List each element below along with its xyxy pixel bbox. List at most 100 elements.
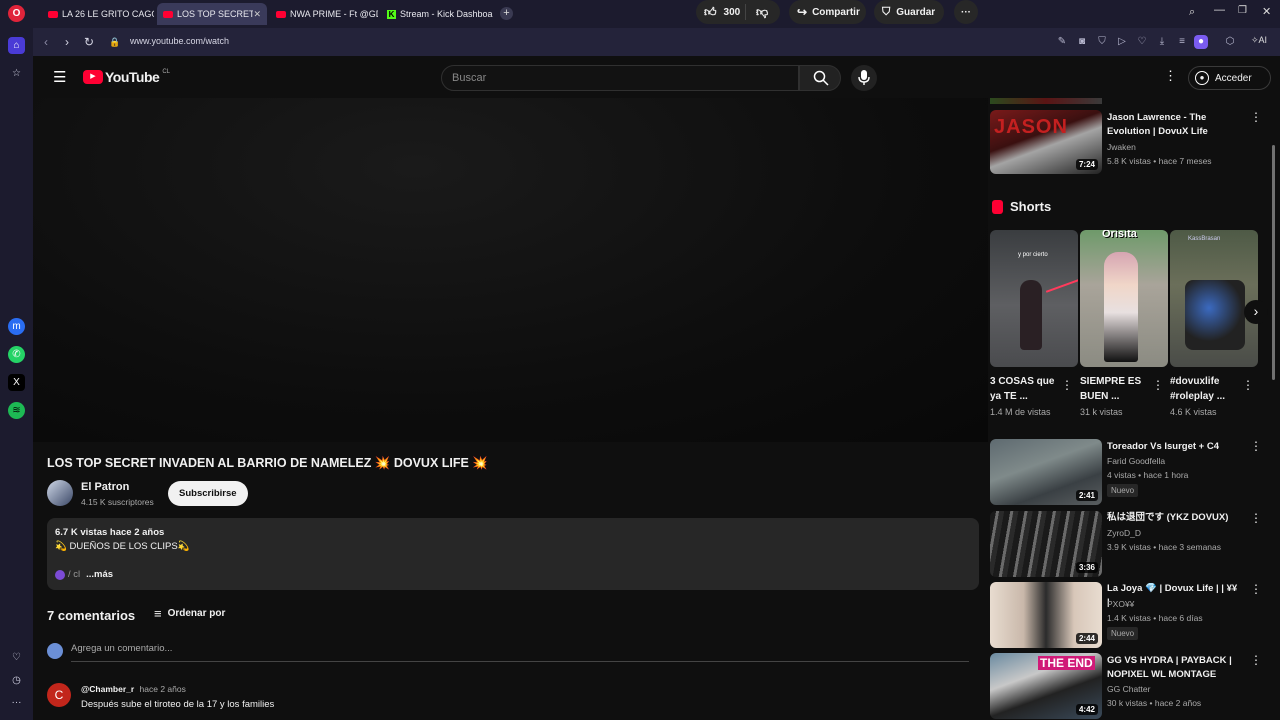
minimize-icon[interactable]: —	[1214, 4, 1225, 16]
ai-button[interactable]: ✧AI	[1251, 35, 1267, 46]
close-window-icon[interactable]: ✕	[1262, 5, 1271, 18]
short-menu-icon[interactable]: ⋮	[1242, 378, 1254, 392]
camera-icon[interactable]: ◙	[1075, 35, 1089, 49]
related-video-1[interactable]: JASON 7:24 Jason Lawrence - The Evolutio…	[990, 110, 1280, 174]
tab-3[interactable]: NWA PRIME - Ft @GDO_n	[270, 3, 378, 25]
description-box[interactable]: 6.7 K vistas hace 2 años 💫 DUEÑOS DE LOS…	[47, 518, 979, 590]
comment-avatar[interactable]: C	[47, 683, 71, 707]
tab-4[interactable]: K Stream - Kick Dashboard	[381, 3, 493, 25]
menu-icon[interactable]: ☰	[53, 68, 66, 86]
sort-button[interactable]: ≡ Ordenar por	[154, 606, 225, 621]
related-video-3[interactable]: 3:36 私は退団です (YKZ DOVUX) ZyroD_D 3.9 K vi…	[990, 511, 1280, 577]
reload-icon[interactable]: ↻	[81, 34, 97, 50]
share-button[interactable]: ↪ Compartir	[789, 0, 866, 24]
related-channel[interactable]: Jwaken	[1107, 142, 1136, 152]
home-icon[interactable]: ⌂	[8, 37, 25, 54]
search-button[interactable]	[799, 65, 841, 91]
related-title[interactable]: 私は退団です (YKZ DOVUX)	[1107, 511, 1242, 525]
channel-avatar[interactable]	[47, 480, 73, 506]
mic-button[interactable]	[851, 65, 877, 91]
video-menu-icon[interactable]: ⋮	[1250, 511, 1262, 525]
restore-icon[interactable]: ❐	[1238, 5, 1247, 16]
spotify-icon[interactable]: ≋	[8, 402, 25, 419]
video-thumbnail[interactable]: JASON 7:24	[990, 110, 1102, 174]
video-thumbnail[interactable]: 3:36	[990, 511, 1102, 577]
video-thumbnail[interactable]: THE END 4:42	[990, 653, 1102, 719]
thumbs-down-icon[interactable]: 👎︎	[756, 5, 768, 20]
edit-icon[interactable]: ✎	[1055, 35, 1069, 49]
video-menu-icon[interactable]: ⋮	[1250, 439, 1262, 453]
short-menu-icon[interactable]: ⋮	[1061, 378, 1073, 392]
subscribe-button[interactable]: Subscribirse	[168, 481, 248, 506]
video-menu-icon[interactable]: ⋮	[1250, 582, 1262, 596]
heart-icon[interactable]: ♡	[8, 649, 25, 666]
youtube-logo[interactable]: ▶ YouTube CL	[83, 69, 170, 85]
comment-input[interactable]: Agrega un comentario...	[71, 643, 969, 662]
new-tab-icon[interactable]: +	[500, 7, 513, 20]
search-tabs-icon[interactable]: ⌕	[1189, 6, 1195, 19]
forward-icon[interactable]: ›	[59, 34, 75, 50]
short-thumbnail[interactable]: y por cierto	[990, 230, 1078, 367]
ai-label: AI	[1258, 35, 1268, 45]
short-thumbnail[interactable]: Orisita	[1080, 230, 1168, 367]
related-video-2[interactable]: 2:41 Toreador Vs Isurget + C4 Farid Good…	[990, 439, 1280, 505]
share-label: Compartir	[812, 6, 860, 18]
menu-icon[interactable]: ≡	[1175, 35, 1189, 49]
related-channel[interactable]: Farid Goodfella	[1107, 456, 1165, 466]
youtube-play-icon: ▶	[83, 70, 103, 84]
star-icon[interactable]: ☆	[8, 65, 25, 82]
history-icon[interactable]: ◷	[8, 672, 25, 689]
back-icon[interactable]: ‹	[38, 34, 54, 50]
whatsapp-icon[interactable]: ✆	[8, 346, 25, 363]
like-count: 300	[723, 6, 741, 18]
video-menu-icon[interactable]: ⋮	[1250, 110, 1262, 124]
play-icon[interactable]: ▷	[1115, 35, 1129, 49]
comment-author[interactable]: @Chamber_r	[81, 684, 134, 694]
opera-logo-icon[interactable]: O	[8, 5, 25, 22]
video-player[interactable]	[33, 98, 988, 442]
video-menu-icon[interactable]: ⋮	[1250, 653, 1262, 667]
like-button[interactable]: 👍︎ 300	[696, 4, 746, 20]
ai-icon: ✧	[1251, 35, 1259, 45]
short-title[interactable]: #dovuxlife #roleplay ...	[1170, 374, 1248, 404]
related-video-5[interactable]: THE END 4:42 GG VS HYDRA | PAYBACK | NOP…	[990, 653, 1280, 719]
short-thumbnail[interactable]: KassBrasan	[1170, 230, 1258, 367]
close-tab-icon[interactable]: ✕	[253, 9, 261, 20]
video-thumbnail[interactable]: 2:44	[990, 582, 1102, 648]
related-channel[interactable]: GG Chatter	[1107, 684, 1150, 694]
settings-kebab-icon[interactable]: ⋮	[1164, 68, 1177, 84]
messenger-icon[interactable]: m	[8, 318, 25, 335]
related-title[interactable]: GG VS HYDRA | PAYBACK | NOPIXEL WL MONTA…	[1107, 654, 1242, 682]
more-actions-button[interactable]: ···	[954, 0, 978, 24]
profile-icon[interactable]: ●	[1194, 35, 1208, 49]
short-title[interactable]: SIEMPRE ES BUEN ...	[1080, 374, 1158, 404]
related-title[interactable]: Toreador Vs Isurget + C4	[1107, 440, 1242, 454]
scrollbar-thumb[interactable]	[1272, 145, 1275, 380]
short-title[interactable]: 3 COSAS que ya TE ...	[990, 374, 1068, 404]
tab-2-active[interactable]: LOS TOP SECRET INVADEN ✕	[157, 3, 267, 25]
prev-thumbnail-edge	[990, 98, 1102, 104]
signin-button[interactable]: ● Acceder	[1188, 66, 1271, 90]
more-icon[interactable]: ···	[8, 694, 25, 711]
heart-icon[interactable]: ♡	[1135, 35, 1149, 49]
related-video-4[interactable]: 2:44 La Joya 💎 | Dovux Life | | ¥¥ | PXO…	[990, 582, 1280, 648]
comment-time[interactable]: hace 2 años	[140, 684, 186, 694]
channel-name[interactable]: El Patron	[81, 481, 129, 493]
shorts-next-icon[interactable]: ›	[1244, 300, 1268, 324]
search-input[interactable]: Buscar	[441, 65, 799, 91]
related-channel[interactable]: ZyroD_D	[1107, 528, 1141, 538]
video-thumbnail[interactable]: 2:41	[990, 439, 1102, 505]
related-title[interactable]: Jason Lawrence - The Evolution | DovuX L…	[1107, 111, 1242, 139]
related-meta: 5.8 K vistas • hace 7 meses	[1107, 156, 1212, 166]
save-button[interactable]: ⛉ Guardar	[874, 0, 944, 24]
extensions-icon[interactable]: ⬡	[1223, 35, 1237, 49]
shield-icon[interactable]: ⛉	[1095, 35, 1109, 49]
short-menu-icon[interactable]: ⋮	[1152, 378, 1164, 392]
download-icon[interactable]: ⤓	[1155, 35, 1169, 49]
url-field[interactable]: www.youtube.com/watch	[130, 36, 229, 46]
comments-count: 7 comentarios	[47, 608, 136, 623]
x-icon[interactable]: X	[8, 374, 25, 391]
related-channel[interactable]: PXO¥¥	[1107, 599, 1134, 609]
tab-1[interactable]: LA 26 LE GRITO CAGONES	[42, 3, 154, 25]
more-link[interactable]: ...más	[86, 569, 113, 580]
